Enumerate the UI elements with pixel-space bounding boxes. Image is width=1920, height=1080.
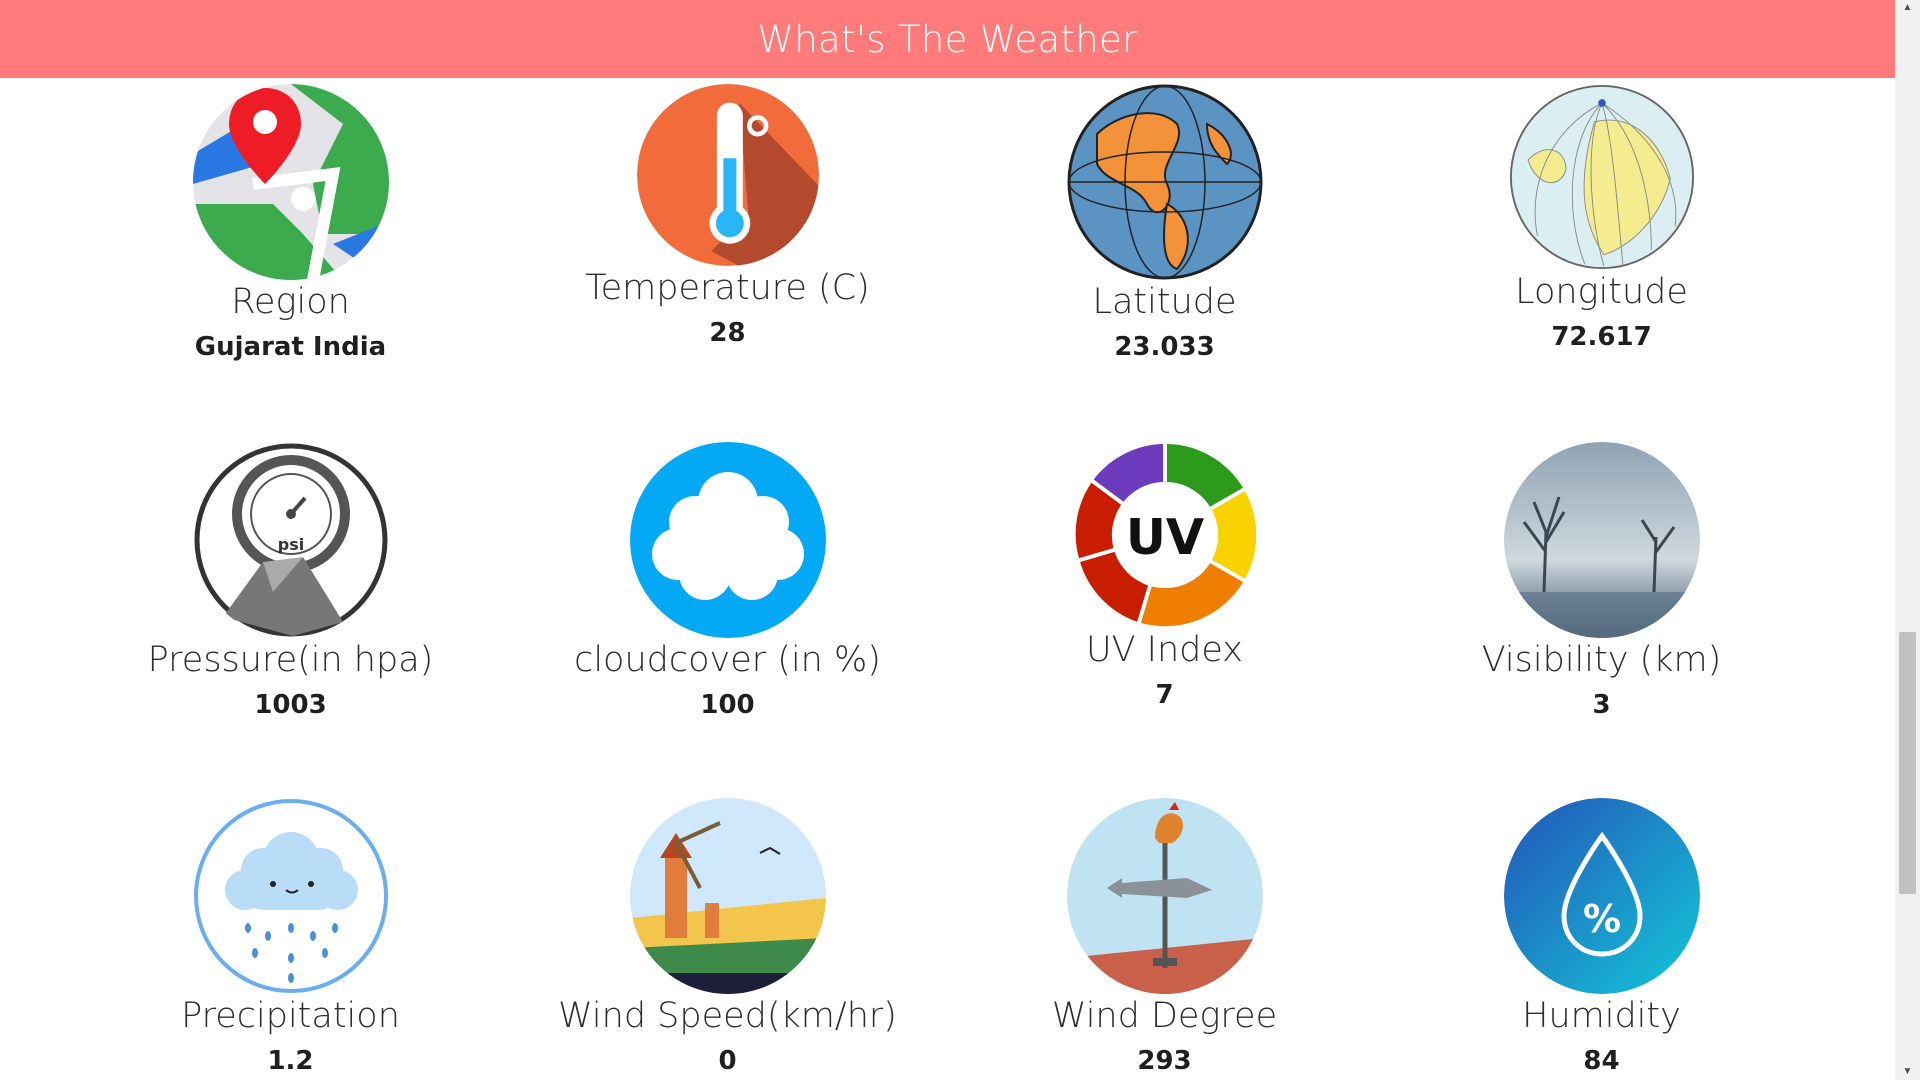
card-temperature: Temperature (C) 28 xyxy=(509,84,946,348)
fog-trees-icon xyxy=(1503,442,1700,638)
card-value: 293 xyxy=(1137,1046,1192,1076)
card-label: Longitude xyxy=(1515,272,1688,312)
pressure-gauge-icon: psi xyxy=(193,442,389,638)
card-label: Visibility (km) xyxy=(1481,640,1722,680)
card-uv-index: UV UV Index 7 xyxy=(946,442,1383,710)
uv-index-icon: UV xyxy=(1071,442,1258,628)
card-label: Temperature (C) xyxy=(585,268,870,308)
card-label: Pressure(in hpa) xyxy=(147,640,434,680)
card-value: Gujarat India xyxy=(194,332,387,362)
card-value: 84 xyxy=(1583,1046,1620,1076)
weather-vane-icon xyxy=(1066,798,1263,994)
rain-cloud-icon xyxy=(193,798,389,994)
card-wind-speed: Wind Speed(km/hr) 0 xyxy=(509,798,946,1076)
card-latitude: Latitude 23.033 xyxy=(946,84,1383,362)
weather-page: What's The Weather Region Gujarat India xyxy=(0,0,1920,1080)
card-visibility: Visibility (km) 3 xyxy=(1383,442,1820,720)
app-header: What's The Weather xyxy=(0,0,1895,78)
longitude-globe-icon xyxy=(1509,84,1695,270)
card-region: Region Gujarat India xyxy=(72,84,509,362)
card-value: 72.617 xyxy=(1551,322,1652,352)
vertical-scrollbar[interactable]: ▲ ▼ xyxy=(1895,0,1920,1080)
card-value: 7 xyxy=(1155,680,1174,710)
svg-text:psi: psi xyxy=(277,535,303,554)
card-value: 23.033 xyxy=(1114,332,1215,362)
card-label: Humidity xyxy=(1522,996,1681,1036)
card-pressure: psi Pressure(in hpa) 1003 xyxy=(72,442,509,720)
scroll-up-arrow-icon[interactable]: ▲ xyxy=(1895,0,1920,16)
card-value: 28 xyxy=(709,318,746,348)
card-value: 1.2 xyxy=(267,1046,314,1076)
scroll-down-arrow-icon[interactable]: ▼ xyxy=(1895,1064,1920,1080)
card-label: UV Index xyxy=(1085,630,1244,670)
map-pin-icon xyxy=(192,84,389,280)
card-label: Wind Degree xyxy=(1051,996,1278,1036)
card-label: Region xyxy=(231,282,350,322)
card-humidity: % Humidity 84 xyxy=(1383,798,1820,1076)
card-longitude: Longitude 72.617 xyxy=(1383,84,1820,352)
card-label: cloudcover (in %) xyxy=(574,640,881,680)
card-value: 100 xyxy=(700,690,755,720)
card-label: Precipitation xyxy=(181,996,400,1036)
page-title: What's The Weather xyxy=(757,17,1138,61)
globe-icon xyxy=(1067,84,1263,280)
card-value: 0 xyxy=(718,1046,737,1076)
humidity-drop-icon: % xyxy=(1503,798,1700,994)
scrollbar-thumb[interactable] xyxy=(1899,632,1916,894)
card-label: Latitude xyxy=(1092,282,1237,322)
svg-text:UV: UV xyxy=(1125,508,1203,566)
card-value: 1003 xyxy=(254,690,327,720)
thermometer-icon xyxy=(636,84,819,266)
card-cloudcover: cloudcover (in %) 100 xyxy=(509,442,946,720)
cloud-icon xyxy=(629,442,826,638)
svg-text:%: % xyxy=(1582,897,1620,941)
card-precipitation: Precipitation 1.2 xyxy=(72,798,509,1076)
card-label: Wind Speed(km/hr) xyxy=(558,996,897,1036)
windmill-icon xyxy=(629,798,826,994)
card-wind-degree: Wind Degree 293 xyxy=(946,798,1383,1076)
card-value: 3 xyxy=(1592,690,1611,720)
